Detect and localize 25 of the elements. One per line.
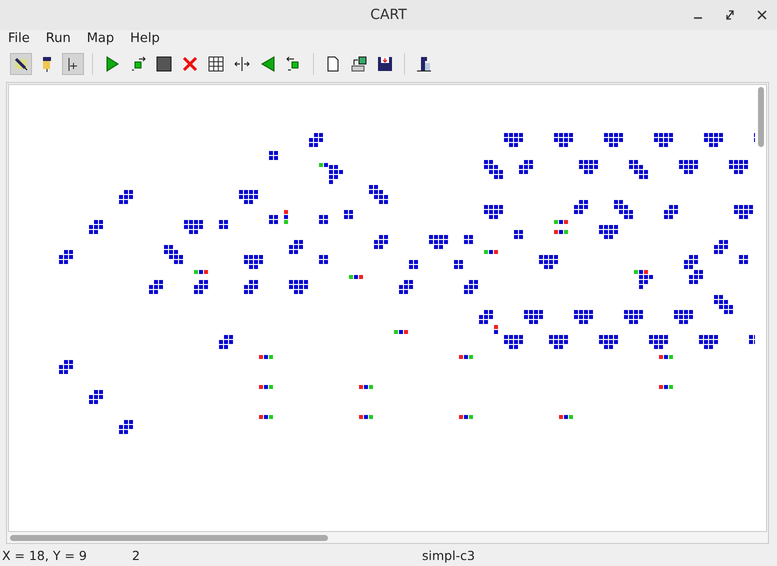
cursor-position: X = 18, Y = 9 bbox=[2, 548, 88, 562]
vertical-scrollbar[interactable] bbox=[758, 87, 764, 147]
menu-item[interactable]: File bbox=[0, 30, 38, 48]
maximize-icon[interactable] bbox=[725, 10, 735, 20]
menu-item[interactable]: Map bbox=[78, 30, 122, 48]
close-icon[interactable] bbox=[757, 10, 767, 20]
door-person-icon bbox=[416, 56, 432, 72]
grid-icon bbox=[208, 56, 224, 72]
menu-item[interactable]: Help bbox=[122, 30, 168, 48]
stop-icon bbox=[156, 56, 172, 72]
toggle-tool-button[interactable] bbox=[10, 53, 32, 75]
monitor-arrow-icon bbox=[351, 56, 367, 72]
x-mark-icon bbox=[182, 56, 198, 72]
blank-page-icon bbox=[325, 56, 341, 72]
generation-count: 2 bbox=[132, 548, 141, 562]
play-icon bbox=[104, 56, 120, 72]
back-triangle-icon bbox=[260, 56, 276, 72]
step-forward-icon bbox=[130, 56, 146, 72]
toggle-tool-button[interactable] bbox=[62, 53, 84, 75]
scrollbar-thumb[interactable] bbox=[10, 535, 328, 541]
rule-name: simpl-c3 bbox=[422, 548, 475, 562]
menu-item[interactable]: Run bbox=[38, 30, 79, 48]
pen-icon bbox=[13, 56, 29, 72]
window-title: CART bbox=[370, 7, 407, 23]
resize-arrows-icon bbox=[234, 56, 250, 72]
